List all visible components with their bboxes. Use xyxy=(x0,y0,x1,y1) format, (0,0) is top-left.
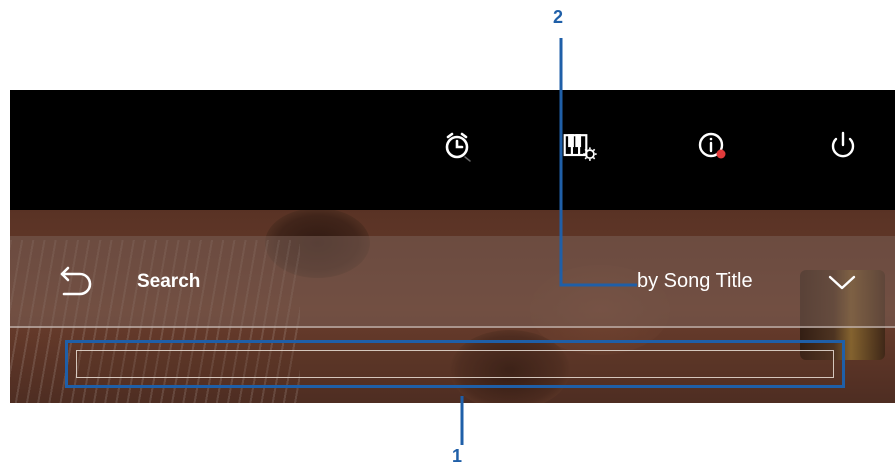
callout-lines xyxy=(460,38,637,445)
